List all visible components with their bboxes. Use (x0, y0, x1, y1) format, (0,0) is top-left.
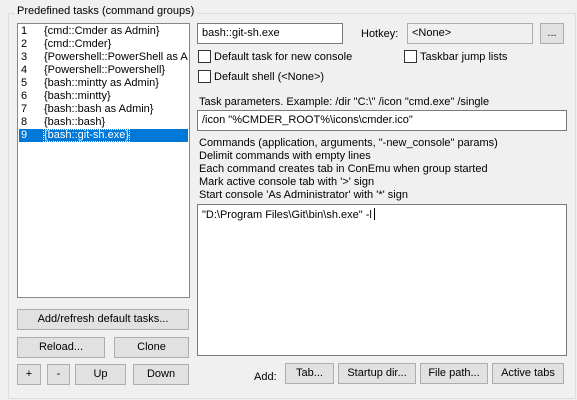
reload-button[interactable]: Reload... (17, 337, 105, 358)
add-active-tabs-button[interactable]: Active tabs (492, 363, 564, 384)
commands-help-line: Mark active console tab with '>' sign (199, 176, 375, 188)
add-task-button[interactable]: + (17, 364, 41, 385)
task-number: 1 (21, 25, 28, 37)
task-name: {bash::bash as Admin} (44, 103, 154, 115)
group-title: Predefined tasks (command groups) (14, 4, 198, 19)
task-name-input[interactable]: bash::git-sh.exe (197, 23, 343, 44)
task-name: {bash::bash} (44, 116, 106, 128)
task-number: 7 (21, 103, 28, 115)
task-number: 5 (21, 77, 28, 89)
commands-help-line: Start console 'As Administrator' with '*… (199, 189, 408, 201)
task-list-item[interactable]: 1 {cmd::Cmder as Admin} (19, 25, 188, 38)
remove-task-button[interactable]: - (47, 364, 70, 385)
task-parameters-input[interactable]: /icon "%CMDER_ROOT%\icons\cmder.ico" (197, 110, 567, 131)
task-list-item[interactable]: 8 {bash::bash} (19, 116, 188, 129)
task-number: 6 (21, 90, 28, 102)
task-list[interactable]: 1 {cmd::Cmder as Admin} 2 {cmd::Cmder} 3 {Pow… (17, 23, 190, 298)
move-up-button[interactable]: Up (75, 364, 126, 385)
task-number: 9 (21, 129, 28, 141)
clone-button[interactable]: Clone (114, 337, 189, 358)
task-list-item[interactable]: 2 {cmd::Cmder} (19, 38, 188, 51)
task-name: {bash::git-sh.exe} (43, 129, 131, 142)
task-list-item[interactable]: 4 {Powershell::Powershell} (19, 64, 188, 77)
default-task-checkbox[interactable] (198, 50, 211, 63)
task-parameters-label: Task parameters. Example: /dir "C:\" /ic… (199, 96, 490, 108)
commands-help-line: Delimit commands with empty lines (199, 150, 371, 162)
task-list-item[interactable]: 5 {bash::mintty as Admin} (19, 77, 188, 90)
default-shell-label: Default shell (<None>) (214, 71, 325, 83)
hotkey-field[interactable]: <None> (407, 23, 533, 44)
task-name: {Powershell::PowerShell as Ad (44, 51, 188, 63)
commands-help-line: Each command creates tab in ConEmu when … (199, 163, 488, 175)
default-task-label: Default task for new console (214, 51, 353, 63)
commands-help-line: Commands (application, arguments, "-new_… (199, 137, 498, 149)
add-file-path-button[interactable]: File path... (420, 363, 488, 384)
task-number: 3 (21, 51, 28, 63)
move-down-button[interactable]: Down (133, 364, 189, 385)
taskbar-jump-lists-label: Taskbar jump lists (420, 51, 508, 63)
task-list-item[interactable]: 9 {bash::git-sh.exe} (19, 129, 188, 142)
hotkey-browse-button[interactable]: ... (540, 23, 564, 44)
task-name: {bash::mintty} (44, 90, 111, 102)
task-list-item[interactable]: 7 {bash::bash as Admin} (19, 103, 188, 116)
add-startup-dir-button[interactable]: Startup dir... (338, 363, 416, 384)
task-name: {Powershell::Powershell} (44, 64, 166, 76)
commands-textarea[interactable]: "D:\Program Files\Git\bin\sh.exe" -l (197, 204, 567, 356)
commands-text: "D:\Program Files\Git\bin\sh.exe" -l (202, 209, 372, 221)
task-list-item[interactable]: 3 {Powershell::PowerShell as Ad (19, 51, 188, 64)
task-name: {cmd::Cmder as Admin} (44, 25, 160, 37)
hotkey-label: Hotkey: (361, 28, 399, 40)
task-name: {cmd::Cmder} (44, 38, 112, 50)
task-name: {bash::mintty as Admin} (44, 77, 159, 89)
task-number: 8 (21, 116, 28, 128)
task-number: 4 (21, 64, 28, 76)
taskbar-jump-lists-checkbox[interactable] (404, 50, 417, 63)
task-number: 2 (21, 38, 28, 50)
add-label: Add: (254, 371, 277, 383)
text-caret (373, 208, 375, 220)
add-tab-button[interactable]: Tab... (285, 363, 334, 384)
add-refresh-default-tasks-button[interactable]: Add/refresh default tasks... (17, 309, 189, 330)
task-list-item[interactable]: 6 {bash::mintty} (19, 90, 188, 103)
default-shell-checkbox[interactable] (198, 70, 211, 83)
